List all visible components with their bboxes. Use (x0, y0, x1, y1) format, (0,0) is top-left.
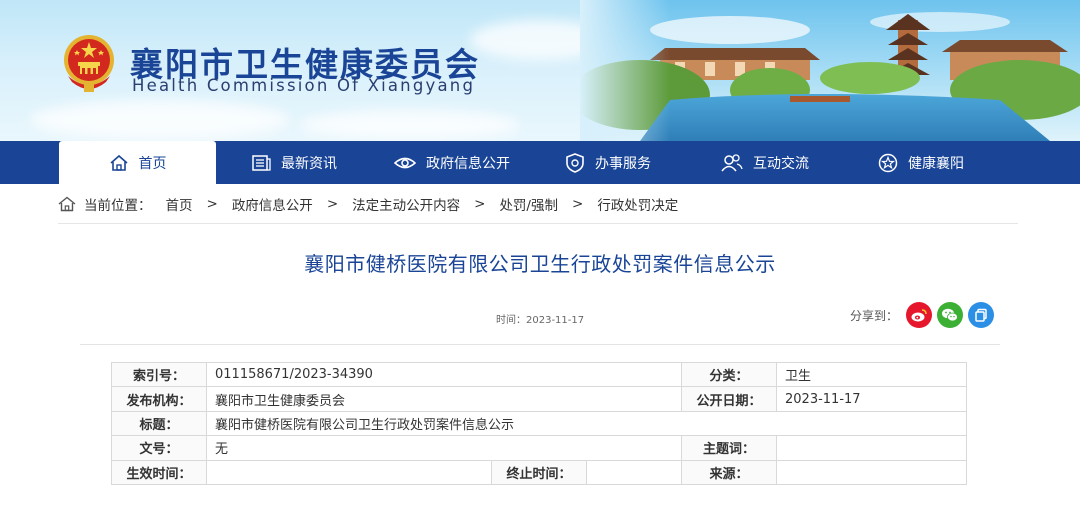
article-title: 襄阳市健桥医院有限公司卫生行政处罚案件信息公示 (304, 252, 776, 276)
index-label: 索引号： (111, 361, 207, 388)
breadcrumb: 当前位置： 首页 > 政府信息公开 > 法定主动公开内容 > 处罚/强制 > 行… (58, 184, 1018, 224)
docno-label: 文号： (111, 435, 207, 461)
national-emblem-icon (64, 35, 114, 92)
home-icon (58, 196, 76, 211)
copy-icon (975, 308, 987, 322)
nav-label: 政府信息公开 (426, 155, 510, 172)
users-icon (721, 153, 743, 171)
publisher-label: 发布机构： (111, 386, 207, 412)
time-value: 2023-11-17 (526, 315, 585, 326)
pubdate-label: 公开日期： (681, 386, 778, 412)
breadcrumb-decision[interactable]: 行政处罚决定 (597, 194, 678, 214)
divider (80, 344, 1000, 345)
site-subtitle: Health Commission Of Xiangyang (132, 76, 476, 95)
category-label: 分类： (681, 361, 778, 388)
nav-label: 首页 (138, 155, 167, 172)
breadcrumb-separator: > (326, 195, 339, 212)
docno-value: 无 (205, 435, 683, 461)
breadcrumb-separator: > (206, 195, 218, 212)
source-label: 来源： (681, 459, 778, 485)
star-icon (878, 153, 898, 172)
breadcrumb-prefix: 当前位置： (84, 197, 152, 214)
share-label: 分享到： (850, 308, 899, 323)
breadcrumb-penalty[interactable]: 处罚/强制 (499, 194, 558, 214)
category-value: 卫生 (776, 361, 968, 388)
expire-value (585, 459, 683, 485)
header-banner: 襄阳市卫生健康委员会 Health Commission Of Xiangyan… (0, 0, 1080, 141)
nav-item-home[interactable]: 首页 (59, 141, 216, 184)
breadcrumb-home[interactable]: 首页 (166, 194, 193, 214)
nav-label: 健康襄阳 (908, 155, 964, 172)
weibo-icon (911, 309, 927, 322)
nav-label: 互动交流 (753, 155, 809, 172)
shield-icon (566, 152, 584, 173)
title-value: 襄阳市健桥医院有限公司卫生行政处罚案件信息公示 (205, 410, 968, 437)
share-weibo-button[interactable] (906, 302, 933, 328)
share-bar: 分享到： (850, 301, 999, 329)
eye-icon (394, 157, 416, 168)
breadcrumb-gov-info[interactable]: 政府信息公开 (232, 194, 313, 214)
nav-item-gov-info[interactable]: 政府信息公开 (394, 141, 510, 184)
wechat-icon (942, 308, 958, 322)
table-row: 生效时间： 终止时间： 来源： (111, 459, 968, 485)
nav-item-news[interactable]: 最新资讯 (251, 141, 337, 184)
table-row: 发布机构： 襄阳市卫生健康委员会 公开日期： 2023-11-17 (111, 386, 968, 412)
nav-label: 最新资讯 (281, 155, 337, 172)
main-navigation: 首页 最新资讯 政府信息公开 办事服务 互动交流 健康襄阳 (0, 141, 1080, 184)
keyword-label: 主题词： (681, 435, 778, 461)
city-scenery-image (580, 0, 1080, 141)
nav-item-services[interactable]: 办事服务 (565, 141, 651, 184)
table-row: 标题： 襄阳市健桥医院有限公司卫生行政处罚案件信息公示 (111, 410, 968, 437)
title-label: 标题： (111, 410, 207, 437)
expire-label: 终止时间： (491, 459, 587, 485)
source-value (776, 459, 968, 485)
table-row: 文号： 无 主题词： (111, 435, 968, 461)
nav-item-interaction[interactable]: 互动交流 (721, 141, 809, 184)
document-info-table: 索引号： 011158671/2023-34390 分类： 卫生 发布机构： 襄… (111, 361, 968, 485)
news-icon (252, 154, 271, 171)
effective-value (206, 459, 492, 485)
time-label: 时间： (496, 315, 526, 326)
share-wechat-button[interactable] (937, 302, 964, 328)
breadcrumb-separator: > (474, 195, 486, 212)
effective-label: 生效时间： (111, 459, 207, 485)
breadcrumb-statutory[interactable]: 法定主动公开内容 (352, 194, 460, 214)
publish-time: 时间：2023-11-17 (496, 311, 584, 326)
nav-label: 办事服务 (595, 155, 651, 172)
index-value: 011158671/2023-34390 (205, 361, 683, 388)
pubdate-value: 2023-11-17 (776, 386, 968, 412)
share-copy-button[interactable] (968, 302, 995, 328)
publisher-value: 襄阳市卫生健康委员会 (205, 386, 683, 412)
home-icon (109, 154, 128, 171)
keyword-value (776, 435, 968, 461)
nav-item-healthy-xiangyang[interactable]: 健康襄阳 (878, 141, 964, 184)
breadcrumb-separator: > (572, 195, 584, 212)
table-row: 索引号： 011158671/2023-34390 分类： 卫生 (111, 361, 968, 388)
